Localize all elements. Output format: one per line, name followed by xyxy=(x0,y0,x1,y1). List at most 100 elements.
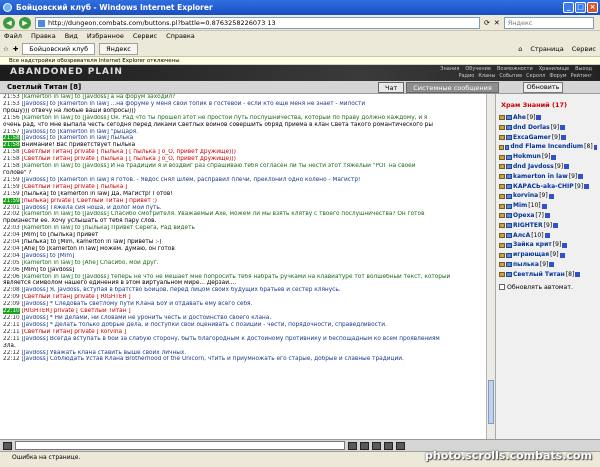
online-user[interactable]: Светлый Титан [8] xyxy=(499,270,597,280)
private-message-icon[interactable] xyxy=(506,164,512,170)
user-name[interactable]: dnd Dorlas xyxy=(513,123,550,133)
favorites-star-icon[interactable]: ☆ xyxy=(3,45,9,53)
info-icon[interactable] xyxy=(562,242,568,248)
send-icon[interactable] xyxy=(348,441,357,450)
private-message-icon[interactable] xyxy=(506,154,512,160)
tab-system-messages[interactable]: Системные сообщения xyxy=(406,82,499,93)
online-user[interactable]: kamerton in law [9] xyxy=(499,172,597,182)
online-user[interactable]: dnd Flame Incendium [8] xyxy=(499,142,597,152)
online-user[interactable]: Ореха [7] xyxy=(499,211,597,221)
private-message-icon[interactable] xyxy=(506,213,512,219)
close-button[interactable]: × xyxy=(587,2,598,13)
message-time[interactable]: 22:11 xyxy=(3,322,20,328)
info-icon[interactable] xyxy=(561,134,567,140)
home-icon[interactable]: ⌂ xyxy=(518,45,522,53)
info-icon[interactable] xyxy=(544,213,550,219)
info-icon[interactable] xyxy=(578,174,584,180)
message-time[interactable]: 21:59 xyxy=(3,197,20,204)
info-icon[interactable] xyxy=(541,203,547,209)
message-time[interactable]: 22:12 xyxy=(3,356,20,362)
info-icon[interactable] xyxy=(559,252,565,258)
private-message-icon[interactable] xyxy=(506,115,512,121)
private-message-icon[interactable] xyxy=(506,252,512,258)
link-radio[interactable]: Радио xyxy=(458,73,474,79)
user-name[interactable]: kamerton in law xyxy=(513,172,568,182)
online-user[interactable]: КАРАСЬ-aka-CHIP [9] xyxy=(499,182,597,192)
user-name[interactable]: КАРАСЬ-aka-CHIP xyxy=(513,182,574,192)
private-message-icon[interactable] xyxy=(504,144,510,150)
link-clans[interactable]: Кланы xyxy=(478,73,495,79)
menu-help[interactable]: Справка xyxy=(166,31,195,42)
info-icon[interactable] xyxy=(593,144,597,150)
user-name[interactable]: пылька xyxy=(513,260,539,270)
info-icon[interactable] xyxy=(549,262,555,268)
clear-icon[interactable] xyxy=(360,441,369,450)
message-time[interactable]: 22:08 xyxy=(3,287,20,293)
message-time[interactable]: 21:59 xyxy=(3,191,20,197)
user-name[interactable]: играющая xyxy=(513,250,549,260)
message-time[interactable]: 21:56 xyxy=(3,115,20,121)
link-forum[interactable]: Форум xyxy=(549,73,566,79)
refresh-button[interactable]: Обновить xyxy=(523,82,563,93)
minimize-button[interactable]: _ xyxy=(563,2,574,13)
back-icon[interactable]: ◀ xyxy=(3,16,15,29)
message-time[interactable]: 22:04 xyxy=(3,246,20,252)
message-time[interactable]: 22:04 xyxy=(3,232,20,238)
menu-file[interactable]: Файл xyxy=(4,31,22,42)
private-message-icon[interactable] xyxy=(506,242,512,248)
private-message-icon[interactable] xyxy=(506,262,512,268)
info-icon[interactable] xyxy=(551,154,557,160)
link-knowledge[interactable]: Знания xyxy=(440,66,459,72)
private-message-icon[interactable] xyxy=(506,183,512,189)
online-user[interactable]: Зайка крит [9] xyxy=(499,240,597,250)
user-name[interactable]: Светлый Титан xyxy=(513,270,565,280)
online-user[interactable]: пылька [9] xyxy=(499,260,597,270)
private-message-icon[interactable] xyxy=(506,203,512,209)
link-storage[interactable]: Хранилище xyxy=(539,66,569,72)
user-name[interactable]: Ahe xyxy=(513,113,526,123)
smiles-icon[interactable] xyxy=(372,441,381,450)
message-time[interactable]: 21:58 xyxy=(3,142,20,149)
message-time[interactable]: 22:02 xyxy=(3,211,20,217)
message-time[interactable]: 21:53 xyxy=(3,101,20,107)
message-time[interactable]: 21:58 xyxy=(3,135,20,142)
message-time[interactable]: 22:11 xyxy=(3,329,20,335)
chat-input[interactable] xyxy=(15,441,345,450)
user-name[interactable]: АлсА xyxy=(513,231,530,241)
info-icon[interactable] xyxy=(564,164,570,170)
chat-scrollbar[interactable] xyxy=(486,94,495,439)
tools-menu[interactable]: Сервис xyxy=(572,45,596,53)
online-user[interactable]: dnd Javdoss [9] xyxy=(499,162,597,172)
online-user[interactable]: ExcaGamer [9] xyxy=(499,133,597,143)
user-name[interactable]: Hokmun xyxy=(513,152,541,162)
add-favorites-icon[interactable]: ✚ xyxy=(13,45,18,53)
page-menu[interactable]: Страница xyxy=(530,45,563,53)
private-message-icon[interactable] xyxy=(506,223,512,229)
link-rating[interactable]: Рейтинг xyxy=(571,73,592,79)
message-time[interactable]: 22:09 xyxy=(3,294,20,300)
stop-icon[interactable]: ✕ xyxy=(494,19,500,27)
forward-icon[interactable]: ▶ xyxy=(19,16,31,29)
message-time[interactable]: 22:01 xyxy=(3,205,20,211)
info-bar[interactable]: Все надстройки обозревателя Internet Exp… xyxy=(0,57,600,65)
user-name[interactable]: Mim xyxy=(513,201,527,211)
online-user[interactable]: АлсА [10] xyxy=(499,231,597,241)
user-name[interactable]: Зайка крит xyxy=(513,240,552,250)
online-user[interactable]: korvina [9] xyxy=(499,191,597,201)
message-time[interactable]: 22:12 xyxy=(3,350,20,356)
link-event[interactable]: Событие xyxy=(499,73,522,79)
scrollbar-thumb[interactable] xyxy=(488,380,494,424)
message-time[interactable]: 22:09 xyxy=(3,301,20,307)
private-message-icon[interactable] xyxy=(506,232,512,238)
menu-view[interactable]: Вид xyxy=(65,31,78,42)
link-exit[interactable]: Выход xyxy=(575,66,592,72)
link-scroll[interactable]: Скролл xyxy=(526,73,545,79)
user-name[interactable]: ExcaGamer xyxy=(513,133,551,143)
link-training[interactable]: Обучение xyxy=(465,66,491,72)
info-icon[interactable] xyxy=(560,125,566,131)
search-input[interactable]: Яндекс xyxy=(503,16,594,29)
message-time[interactable]: 21:58 xyxy=(3,163,20,169)
message-time[interactable]: 22:10 xyxy=(3,315,20,321)
translit-icon[interactable] xyxy=(384,441,393,450)
auto-refresh-toggle[interactable]: Обновлять автомат. xyxy=(499,284,597,291)
